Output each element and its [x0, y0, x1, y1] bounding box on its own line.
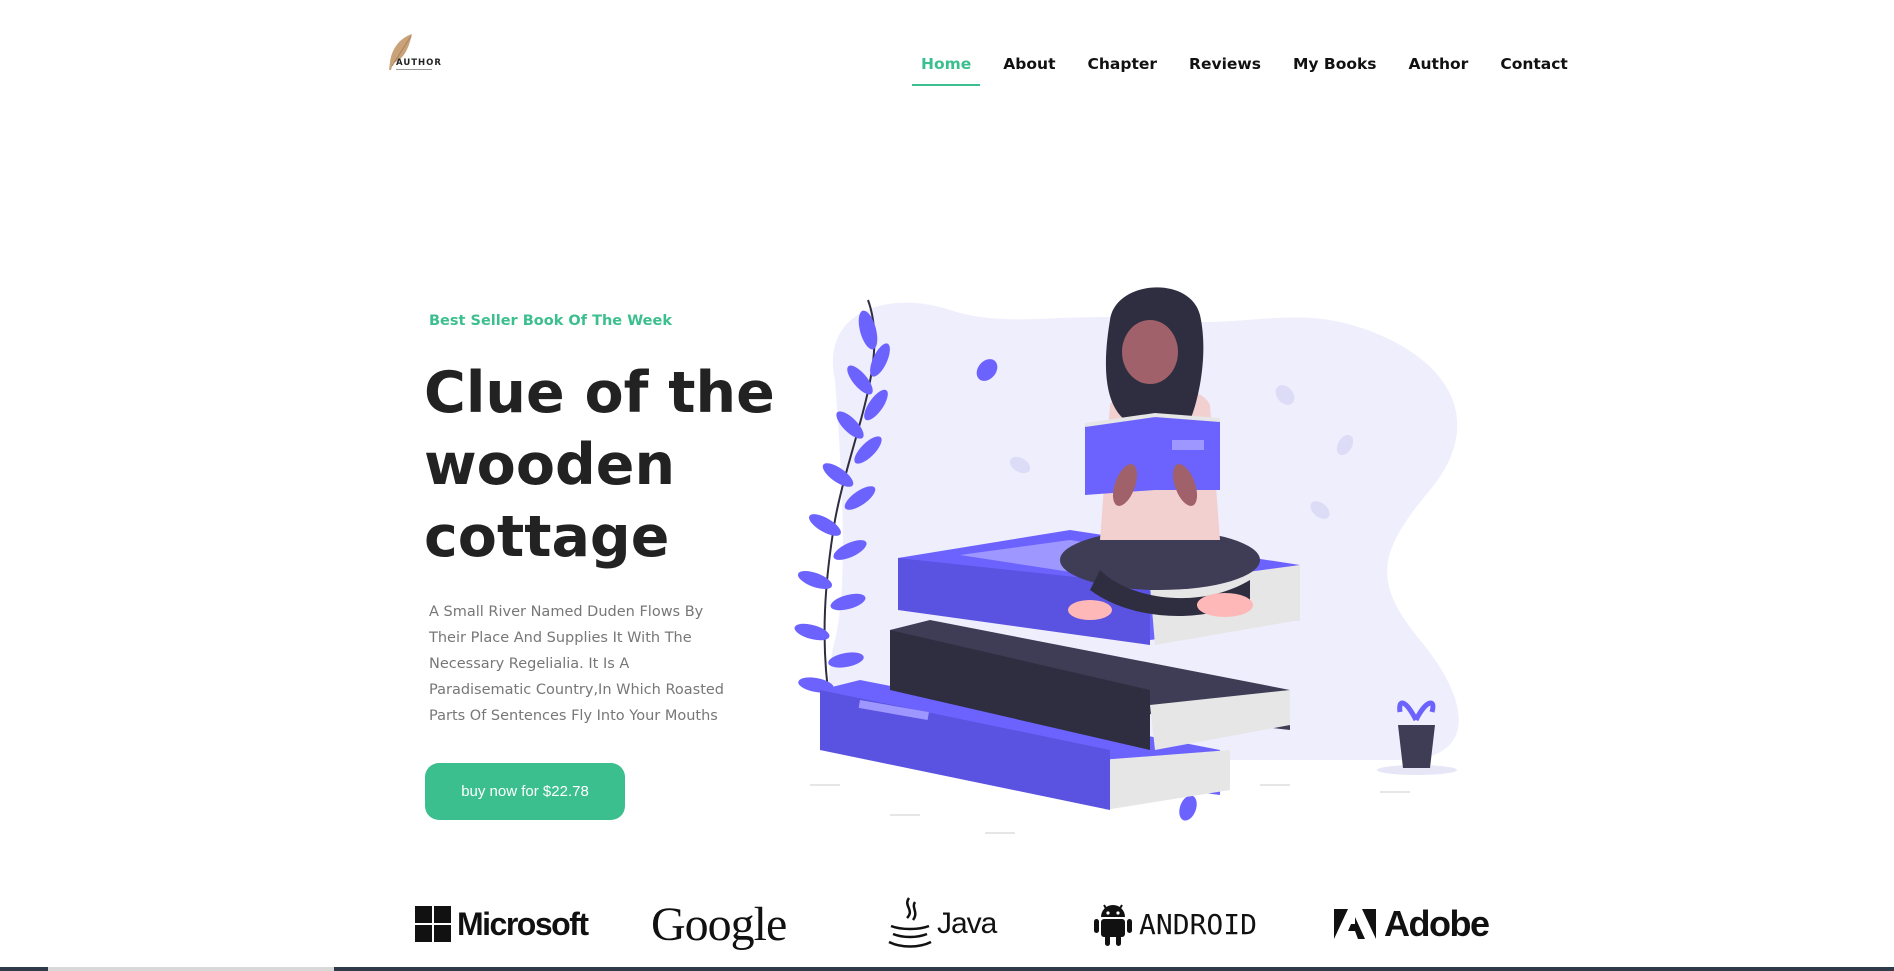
- logo-tagline-line: [396, 69, 432, 70]
- site-logo[interactable]: AUTHOR: [386, 32, 446, 76]
- brand-android: ANDROID: [1093, 893, 1257, 955]
- scrollbar-thumb[interactable]: [48, 967, 334, 971]
- microsoft-windows-icon: [415, 906, 451, 942]
- brand-google-label: Google: [651, 897, 787, 951]
- nav-contact[interactable]: Contact: [1500, 55, 1568, 73]
- adobe-a-icon: [1334, 909, 1376, 939]
- brand-microsoft-label: Microsoft: [457, 905, 589, 942]
- woman-reading-on-books-illustration: [794, 287, 1459, 834]
- nav-chapter[interactable]: Chapter: [1087, 55, 1157, 73]
- main-nav: Home About Chapter Reviews My Books Auth…: [912, 55, 1568, 86]
- nav-my-books[interactable]: My Books: [1293, 55, 1377, 73]
- brand-adobe-label: Adobe: [1384, 903, 1490, 944]
- nav-reviews[interactable]: Reviews: [1189, 55, 1261, 73]
- brand-adobe: Adobe: [1334, 893, 1490, 955]
- hero-eyebrow: Best Seller Book Of The Week: [429, 313, 672, 329]
- brand-google: Google: [651, 893, 787, 955]
- nav-home[interactable]: Home: [912, 55, 981, 86]
- brand-java: Java: [885, 893, 997, 955]
- brand-java-label: Java: [937, 907, 997, 940]
- brand-microsoft: Microsoft: [415, 893, 589, 955]
- partner-logos: Microsoft Google Java ANDROID Adobe: [415, 893, 1492, 955]
- buy-now-button[interactable]: buy now for $22.78: [425, 763, 625, 820]
- brand-android-label: ANDROID: [1139, 907, 1258, 941]
- android-robot-icon: [1094, 904, 1132, 946]
- hero-title: Clue of the wooden cottage: [424, 360, 775, 570]
- nav-home-label: Home: [921, 55, 972, 73]
- nav-about[interactable]: About: [1003, 55, 1055, 73]
- nav-author[interactable]: Author: [1409, 55, 1469, 73]
- hero-description: A Small River Named Duden Flows By Their…: [429, 604, 724, 724]
- logo-text: AUTHOR: [396, 58, 442, 68]
- nav-active-underline: [912, 84, 981, 86]
- java-cup-icon: [888, 897, 932, 948]
